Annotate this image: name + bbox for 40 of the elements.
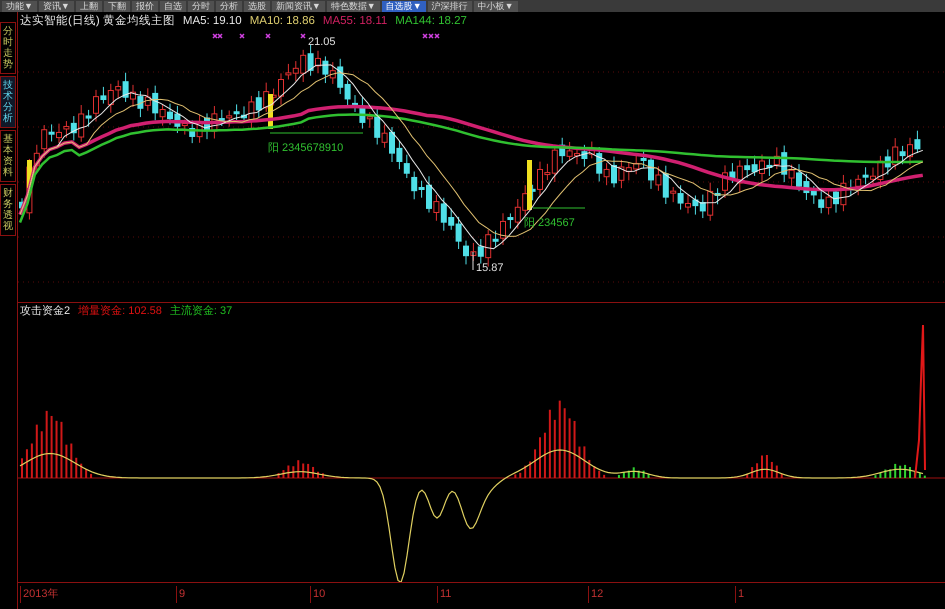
annotation-label: 阳 2345678910: [268, 141, 344, 156]
axis-label: 10: [310, 586, 326, 602]
indicator-value: MA144: 18.27: [395, 14, 467, 30]
indicator-value: 主流资金: 37: [170, 304, 232, 320]
side-tab[interactable]: 分时走势: [0, 22, 16, 74]
toolbar-button[interactable]: 特色数据▼: [326, 0, 380, 12]
axis-label: 1: [735, 586, 744, 602]
side-tab[interactable]: 基本资料: [0, 130, 16, 182]
highlight-candle: [268, 94, 273, 129]
indicator-value: MA10: 18.86: [250, 14, 315, 30]
toolbar-button[interactable]: 分时: [188, 0, 214, 12]
side-tab[interactable]: 财务透视: [0, 184, 16, 236]
toolbar-button[interactable]: 自选: [160, 0, 186, 12]
toolbar-button[interactable]: 下翻: [104, 0, 130, 12]
toolbar-button[interactable]: 中小板▼: [474, 0, 518, 12]
toolbar-button[interactable]: 上翻: [76, 0, 102, 12]
chart-title: 达实智能(日线) 黄金均线主图: [20, 13, 175, 30]
axis-label: 12: [588, 586, 604, 602]
annotation-label: 阳 234567: [524, 216, 575, 231]
toolbar-button[interactable]: 资讯▼: [38, 0, 74, 12]
toolbar-button[interactable]: 功能▼: [2, 0, 37, 12]
toolbar-button[interactable]: 报价: [132, 0, 158, 12]
toolbar-button[interactable]: 沪深排行: [428, 0, 472, 12]
axis-label: 9: [176, 586, 186, 602]
toolbar-button[interactable]: 新闻资讯▼: [272, 0, 325, 12]
axis-label: 2013年: [20, 586, 58, 602]
highlight-candle: [27, 160, 32, 188]
low-price-label: 15.87: [476, 261, 504, 276]
toolbar-button[interactable]: 选股: [244, 0, 270, 12]
toolbar-button[interactable]: 分析: [216, 0, 242, 12]
indicator-value: 增量资金: 102.58: [78, 304, 162, 320]
high-price-label: 21.05: [308, 35, 336, 50]
leader-line: [472, 252, 474, 270]
indicator-value: MA5: 19.10: [182, 14, 242, 30]
panel-title: 攻击资金2: [20, 304, 70, 320]
indicator-value: MA55: 18.11: [322, 14, 388, 30]
highlight-candle: [527, 160, 532, 210]
axis-label: 11: [437, 586, 452, 602]
toolbar-button[interactable]: 自选股▼: [382, 0, 426, 12]
side-tab[interactable]: 技术分析: [0, 76, 16, 128]
